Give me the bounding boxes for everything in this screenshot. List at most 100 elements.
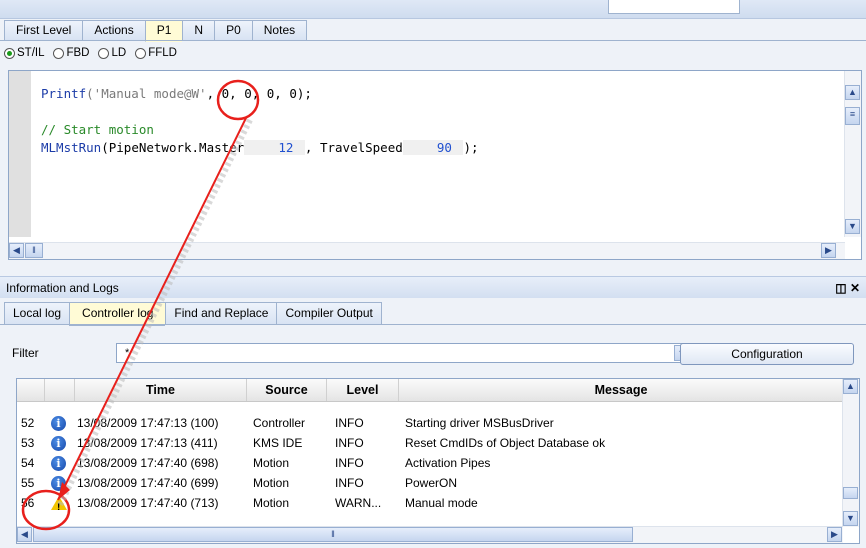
toolbar-field[interactable] bbox=[608, 0, 740, 14]
scroll-up-icon[interactable]: ▲ bbox=[843, 379, 858, 394]
scroll-down-icon[interactable]: ▼ bbox=[843, 511, 858, 526]
code-mlmstrun: MLMstRun bbox=[41, 140, 102, 155]
filter-combobox[interactable]: * ▼ bbox=[116, 343, 692, 363]
info-icon: i bbox=[51, 433, 66, 453]
close-icon[interactable]: ✕ bbox=[850, 281, 860, 295]
scroll-right-icon[interactable]: ▶ bbox=[827, 527, 842, 542]
row-number: 54 bbox=[21, 456, 35, 470]
scroll-left-icon[interactable]: ◀ bbox=[9, 243, 24, 258]
log-tabs: Local log Controller log Find and Replac… bbox=[4, 302, 382, 326]
code-printf: Printf bbox=[41, 86, 87, 101]
radio-label: FFLD bbox=[148, 47, 177, 59]
tab-find-replace[interactable]: Find and Replace bbox=[165, 302, 277, 325]
radio-ld[interactable]: LD bbox=[98, 47, 126, 59]
table-row[interactable]: 55 i 13/08/2009 17:47:40 (699) Motion IN… bbox=[17, 473, 843, 493]
code-value-master[interactable]: 12 bbox=[244, 140, 305, 155]
language-selector: ST/IL FBD LD FFLD bbox=[4, 45, 182, 61]
scroll-up-icon[interactable]: ▲ bbox=[845, 85, 860, 100]
row-time: 13/08/2009 17:47:13 (411) bbox=[77, 436, 218, 450]
editor-gutter bbox=[9, 71, 31, 237]
scroll-down-icon[interactable]: ▼ bbox=[845, 219, 860, 234]
log-horizontal-scrollbar[interactable]: ◀ ‖ ▶ bbox=[17, 526, 843, 543]
row-number: 56 bbox=[21, 496, 35, 510]
column-time[interactable]: Time bbox=[75, 379, 247, 401]
tab-compiler-output[interactable]: Compiler Output bbox=[276, 302, 382, 325]
top-toolbar-strip bbox=[0, 0, 866, 19]
row-level: INFO bbox=[335, 436, 364, 450]
code-args: , 0, 0, 0, 0); bbox=[206, 86, 312, 101]
warning-icon bbox=[51, 493, 67, 518]
table-row-partial bbox=[17, 401, 843, 413]
log-vertical-scrollbar[interactable]: ▲ ▼ bbox=[842, 379, 859, 527]
column-message[interactable]: Message bbox=[399, 379, 843, 401]
row-time: 13/08/2009 17:47:40 (698) bbox=[77, 456, 219, 470]
code-editor[interactable]: Printf('Manual mode@W', 0, 0, 0, 0); // … bbox=[8, 70, 862, 260]
code-close: ); bbox=[463, 140, 479, 155]
scroll-right-icon[interactable]: ▶ bbox=[821, 243, 836, 258]
row-level: INFO bbox=[335, 476, 364, 490]
row-number: 53 bbox=[21, 436, 35, 450]
tab-divider bbox=[0, 324, 866, 325]
header-icon bbox=[45, 379, 75, 401]
radio-fbd[interactable]: FBD bbox=[53, 47, 89, 59]
row-message: Starting driver MSBusDriver bbox=[405, 416, 554, 430]
scroll-left-icon[interactable]: ◀ bbox=[17, 527, 32, 542]
radio-selected-icon bbox=[4, 47, 15, 59]
editor-vertical-scrollbar[interactable]: ▲ ≡ ▼ bbox=[844, 71, 861, 237]
filter-value: * bbox=[125, 347, 130, 359]
table-row[interactable]: 52 i 13/08/2009 17:47:13 (100) Controlle… bbox=[17, 413, 843, 433]
code-text[interactable]: Printf('Manual mode@W', 0, 0, 0, 0); // … bbox=[41, 85, 479, 157]
float-window-icon[interactable]: ◫ bbox=[835, 281, 846, 295]
code-value-speed[interactable]: 90 bbox=[402, 140, 464, 155]
radio-label: ST/IL bbox=[17, 47, 45, 59]
code-arg-speed: , TravelSpeed bbox=[304, 140, 403, 155]
panel-title: Information and Logs bbox=[6, 281, 119, 295]
tab-n[interactable]: N bbox=[182, 20, 215, 41]
configuration-button[interactable]: Configuration bbox=[680, 343, 854, 365]
column-source[interactable]: Source bbox=[247, 379, 327, 401]
table-row[interactable]: 53 i 13/08/2009 17:47:13 (411) KMS IDE I… bbox=[17, 433, 843, 453]
table-row[interactable]: 56 13/08/2009 17:47:40 (713) Motion WARN… bbox=[17, 493, 843, 518]
radio-icon bbox=[135, 47, 147, 59]
code-string: ('Manual mode@W' bbox=[86, 86, 207, 101]
info-icon: i bbox=[51, 473, 66, 493]
logs-panel-header: Information and Logs ◫ ✕ bbox=[0, 276, 866, 298]
table-header: Time Source Level Message bbox=[17, 379, 843, 402]
scroll-thumb[interactable] bbox=[843, 487, 858, 499]
info-icon: i bbox=[51, 413, 66, 433]
tab-first-level[interactable]: First Level bbox=[4, 20, 83, 41]
row-level: INFO bbox=[335, 456, 364, 470]
editor-horizontal-scrollbar[interactable]: ◀ ‖ ▶ bbox=[9, 242, 845, 259]
code-arg-master: (PipeNetwork.Master bbox=[101, 140, 245, 155]
column-level[interactable]: Level bbox=[327, 379, 399, 401]
row-message: Reset CmdIDs of Object Database ok bbox=[405, 436, 606, 450]
radio-st-il[interactable]: ST/IL bbox=[4, 47, 44, 59]
tab-notes[interactable]: Notes bbox=[251, 20, 308, 41]
radio-label: LD bbox=[111, 47, 127, 59]
tab-local-log[interactable]: Local log bbox=[4, 302, 70, 325]
row-source: Motion bbox=[253, 496, 290, 510]
row-level: INFO bbox=[335, 416, 364, 430]
row-time: 13/08/2009 17:47:40 (713) bbox=[77, 496, 219, 510]
hscroll-thumb[interactable]: ‖ bbox=[33, 527, 633, 542]
controller-log-table[interactable]: Time Source Level Message 52 i 13/08/200… bbox=[16, 378, 860, 544]
row-source: Controller bbox=[253, 416, 306, 430]
row-source: Motion bbox=[253, 476, 290, 490]
tab-controller-log[interactable]: Controller log bbox=[69, 302, 166, 326]
row-number: 55 bbox=[21, 476, 35, 490]
row-number: 52 bbox=[21, 416, 35, 430]
radio-label: FBD bbox=[66, 47, 90, 59]
row-message: Manual mode bbox=[405, 496, 478, 510]
tab-actions[interactable]: Actions bbox=[82, 20, 145, 41]
scroll-thumb[interactable]: ≡ bbox=[845, 107, 860, 125]
radio-ffld[interactable]: FFLD bbox=[135, 47, 177, 59]
code-comment: // Start motion bbox=[41, 122, 154, 137]
tab-p1[interactable]: P1 bbox=[144, 20, 183, 42]
filter-label: Filter bbox=[12, 346, 39, 360]
radio-icon bbox=[98, 47, 110, 59]
hscroll-thumb[interactable]: ‖ bbox=[25, 243, 43, 258]
row-time: 13/08/2009 17:47:13 (100) bbox=[77, 416, 219, 430]
table-row[interactable]: 54 i 13/08/2009 17:47:40 (698) Motion IN… bbox=[17, 453, 843, 473]
tab-p0[interactable]: P0 bbox=[214, 20, 252, 41]
info-icon: i bbox=[51, 453, 66, 473]
